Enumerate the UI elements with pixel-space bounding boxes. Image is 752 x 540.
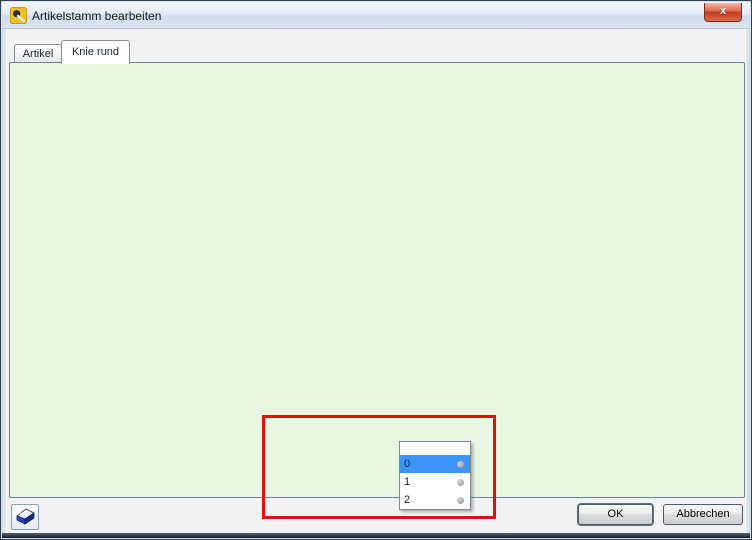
title-bar: Artikelstamm bearbeiten x <box>2 2 750 29</box>
eraser-icon <box>12 505 38 529</box>
tab-artikel[interactable]: Artikel <box>14 44 62 63</box>
dropdown-option-2[interactable]: 2 <box>400 491 470 509</box>
dropdown-option-0[interactable]: 0 <box>400 455 470 473</box>
option-dot-icon <box>457 497 464 504</box>
cancel-button[interactable]: Abbrechen <box>663 504 743 525</box>
eraser-button[interactable] <box>11 504 39 530</box>
option-dot-icon <box>457 461 464 468</box>
dropdown-option-blank[interactable] <box>400 442 470 455</box>
app-icon <box>10 7 27 24</box>
ok-button[interactable]: OK <box>578 504 653 525</box>
option-dot-icon <box>457 479 464 486</box>
dropdown-option-1-text: 1 <box>404 476 410 488</box>
dropdown-option-1[interactable]: 1 <box>400 473 470 491</box>
tab-knie-rund[interactable]: Knie rund <box>61 40 130 64</box>
window-title: Artikelstamm bearbeiten <box>32 9 161 23</box>
tab-page <box>9 62 745 498</box>
dialog-window: Artikelstamm bearbeiten x Artikel Knie r… <box>0 0 752 540</box>
biegerichtung-dropdown-list: 0 1 2 <box>399 441 471 510</box>
dropdown-option-2-text: 2 <box>404 494 410 506</box>
dropdown-option-0-text: 0 <box>404 458 410 470</box>
close-button[interactable]: x <box>704 3 742 22</box>
